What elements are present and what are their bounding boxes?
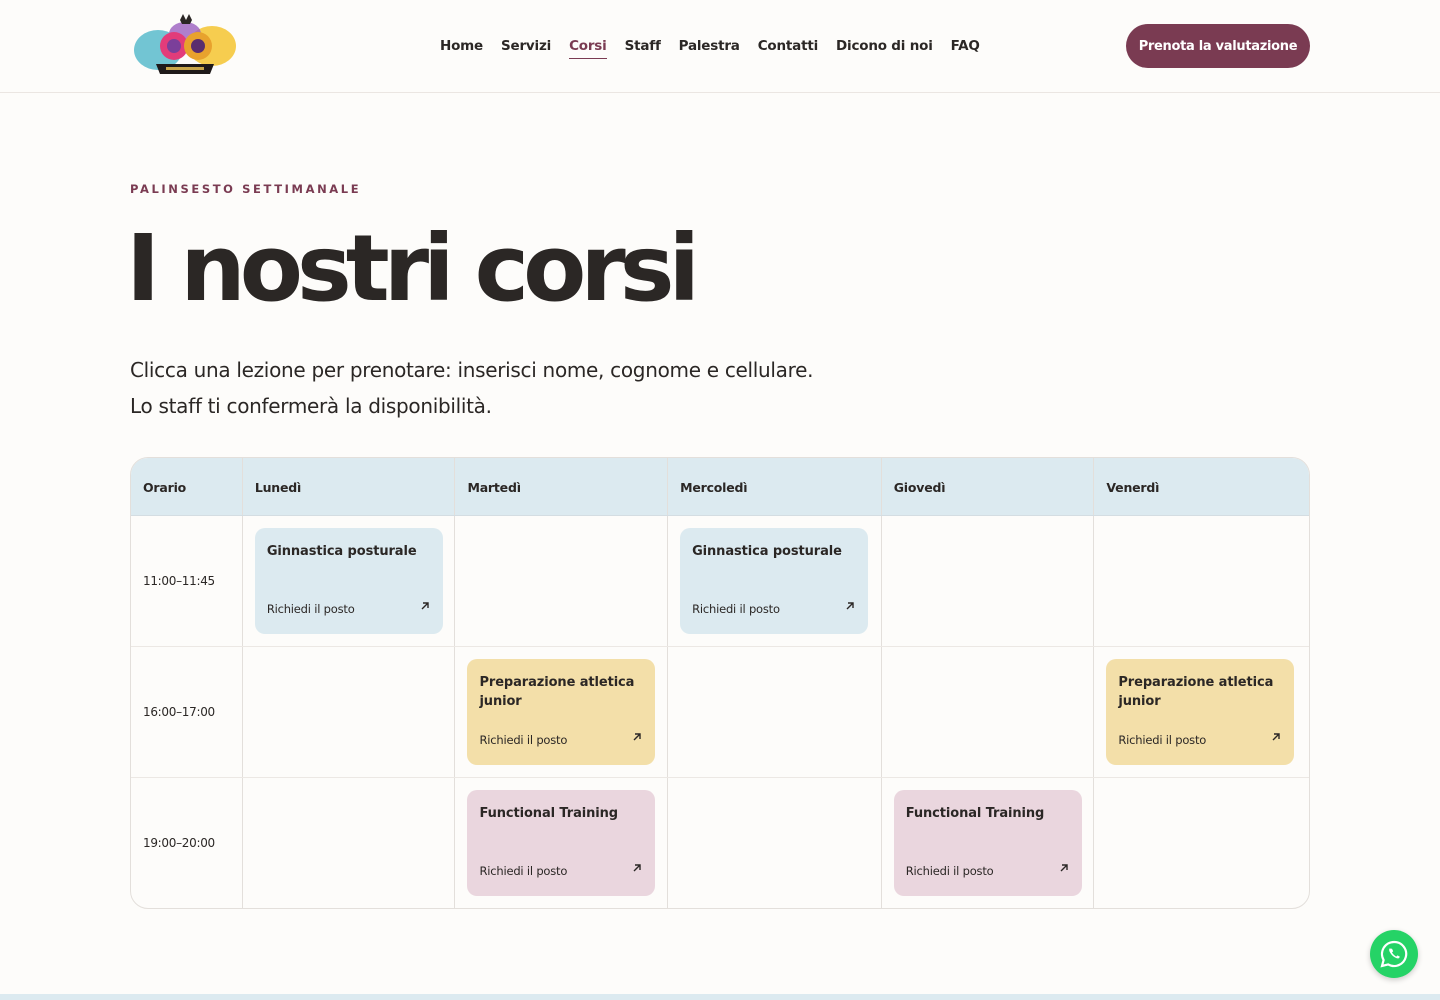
course-card-preparazione-atletica-junior[interactable]: Preparazione atletica junior Richiedi il… [467,659,656,765]
request-spot-link[interactable]: Richiedi il posto [1118,733,1206,747]
course-name: Ginnastica posturale [692,544,842,559]
course-name-line-1: Preparazione atletica [479,675,635,690]
nav-faq[interactable]: FAQ [951,38,980,59]
main-nav: Home Servizi Corsi Staff Palestra Contat… [440,38,998,59]
header-label: Mercoledì [680,480,748,495]
time-cell: 16:00–17:00 [131,647,243,777]
slot-cell-empty [668,778,882,908]
whatsapp-icon [1380,940,1408,968]
schedule-header-row: Orario Lunedì Martedì Mercoledì Giovedì … [131,458,1309,516]
weekly-schedule-table: Orario Lunedì Martedì Mercoledì Giovedì … [130,457,1310,909]
subtitle-line-2: Lo staff ti confermerà la disponibilità. [130,394,492,418]
course-name-line-2: junior [479,694,522,709]
slot-cell: Ginnastica posturale Richiedi il posto [243,516,456,646]
course-name-line-1: Preparazione atletica [1118,675,1274,690]
arrow-up-right-icon [421,602,429,610]
schedule-row: 19:00–20:00 Functional Training Richiedi… [131,778,1309,908]
header-cell-lunedi: Lunedì [243,458,456,515]
arrow-up-right-icon [633,733,642,741]
schedule-row: 11:00–11:45 Ginnastica posturale Richied… [131,516,1309,647]
course-card-ginnastica-posturale[interactable]: Ginnastica posturale Richiedi il posto [254,528,443,634]
nav-dicono-di-noi[interactable]: Dicono di noi [836,38,933,59]
slot-cell-empty [1094,778,1309,908]
time-label: 19:00–20:00 [143,836,215,850]
time-label: 16:00–17:00 [143,705,215,719]
time-cell: 19:00–20:00 [131,778,243,908]
request-spot-link[interactable]: Richiedi il posto [479,733,567,747]
slot-cell: Preparazione atletica junior Richiedi il… [1094,647,1309,777]
arrow-up-right-icon [633,864,642,872]
slot-cell-empty [1094,516,1309,646]
slot-cell-empty [243,647,456,777]
nav-contatti[interactable]: Contatti [758,38,818,59]
slot-cell-empty [882,647,1095,777]
header-cell-martedi: Martedì [455,458,669,515]
slot-cell: Preparazione atletica junior Richiedi il… [455,647,669,777]
slot-cell-empty [243,778,456,908]
header-label: Venerdì [1106,480,1160,495]
footer-strip [0,994,1440,1000]
whatsapp-button[interactable] [1370,930,1418,978]
subtitle-line-1: Clicca una lezione per prenotare: inseri… [130,358,814,382]
arrow-up-right-icon [1060,864,1068,872]
slot-cell: Functional Training Richiedi il posto [882,778,1095,908]
header-label: Orario [143,480,187,495]
header-cell-mercoledi: Mercoledì [668,458,882,515]
time-label: 11:00–11:45 [143,574,215,588]
slot-cell: Functional Training Richiedi il posto [455,778,669,908]
course-name-line-2: junior [1118,694,1161,709]
nav-corsi[interactable]: Corsi [569,38,607,59]
header-label: Giovedì [893,480,946,495]
arrow-up-right-icon [1272,733,1281,741]
header-label: Lunedì [254,480,302,495]
course-name: Ginnastica posturale [266,544,417,559]
header-cell-venerdi: Venerdì [1094,458,1309,515]
nav-palestra[interactable]: Palestra [679,38,740,59]
arrow-up-right-icon [846,602,854,610]
request-spot-link[interactable]: Richiedi il posto [692,602,780,616]
slot-cell-empty [668,647,882,777]
header-cell-giovedi: Giovedì [882,458,1095,515]
nav-servizi[interactable]: Servizi [501,38,551,59]
prenota-valutazione-button[interactable]: Prenota la valutazione [1126,24,1310,68]
nav-staff[interactable]: Staff [625,38,661,59]
nav-home[interactable]: Home [440,38,483,59]
course-name: Functional Training [479,806,618,821]
request-spot-link[interactable]: Richiedi il posto [267,602,355,616]
course-card-functional-training[interactable]: Functional Training Richiedi il posto [893,790,1082,896]
site-header: Home Servizi Corsi Staff Palestra Contat… [0,0,1440,93]
slot-cell-empty [882,516,1095,646]
request-spot-link[interactable]: Richiedi il posto [906,864,994,878]
slot-cell: Ginnastica posturale Richiedi il posto [668,516,882,646]
page-title: I nostri corsi [126,215,700,322]
request-spot-link[interactable]: Richiedi il posto [479,864,567,878]
header-cell-orario: Orario [131,458,243,515]
slot-cell-empty [455,516,669,646]
course-name: Functional Training [905,806,1045,821]
page-subtitle: Clicca una lezione per prenotare: inseri… [130,352,850,424]
section-eyebrow: PALINSESTO SETTIMANALE [130,182,362,196]
course-card-preparazione-atletica-junior[interactable]: Preparazione atletica junior Richiedi il… [1106,659,1295,765]
header-label: Martedì [467,480,521,495]
schedule-row: 16:00–17:00 Preparazione atletica junior… [131,647,1309,778]
course-card-functional-training[interactable]: Functional Training Richiedi il posto [467,790,656,896]
time-cell: 11:00–11:45 [131,516,243,646]
gym-crest-logo[interactable] [130,12,240,82]
course-card-ginnastica-posturale[interactable]: Ginnastica posturale Richiedi il posto [680,528,869,634]
